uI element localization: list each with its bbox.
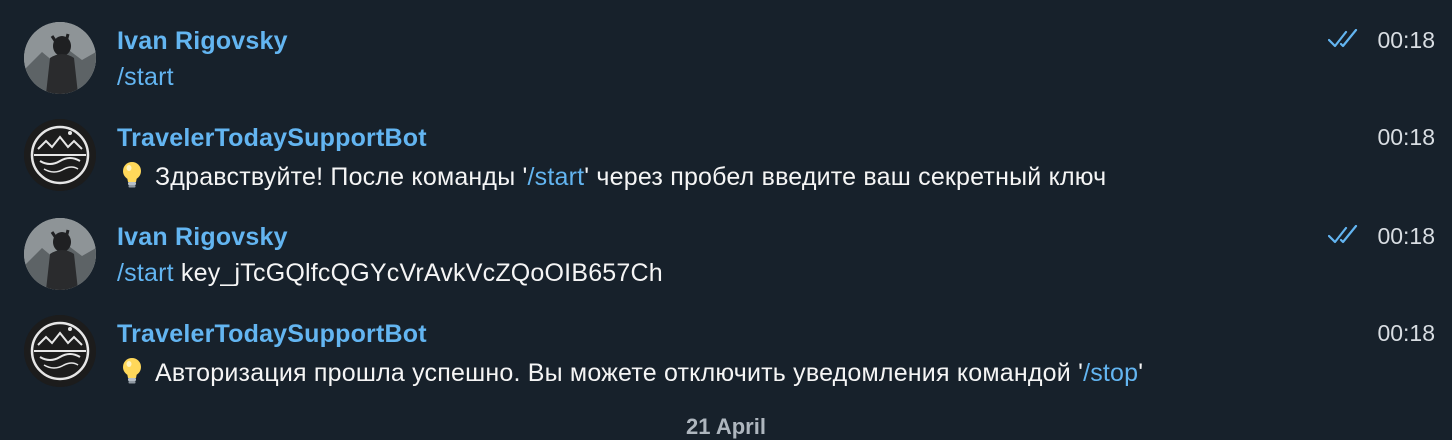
bot-logo-icon bbox=[24, 315, 96, 387]
message-text: Авторизация прошла успешно. Вы можете от… bbox=[117, 356, 1143, 388]
sender-name[interactable]: TravelerTodaySupportBot bbox=[117, 320, 427, 349]
message-time: 00:18 bbox=[1377, 320, 1435, 346]
chat-history: Ivan Rigovsky /start 00:18 TravelerToday… bbox=[0, 0, 1452, 439]
avatar[interactable] bbox=[24, 119, 96, 191]
message-text: Здравствуйте! После команды '/start' чер… bbox=[117, 160, 1106, 192]
message-item[interactable]: Ivan Rigovsky /start 00:18 bbox=[0, 20, 1452, 116]
command-link[interactable]: /start bbox=[117, 259, 174, 287]
message-item[interactable]: TravelerTodaySupportBot Авторизация прош… bbox=[0, 313, 1452, 409]
avatar[interactable] bbox=[24, 218, 96, 290]
message-text-before: Авторизация прошла успешно. Вы можете от… bbox=[155, 359, 1084, 387]
message-text-after: ' bbox=[1138, 359, 1144, 387]
message-text: /start key_jTcGQlfcQGYcVrAvkVcZQoOIB657C… bbox=[117, 259, 663, 288]
user-photo-icon bbox=[24, 22, 96, 94]
lightbulb-icon bbox=[123, 162, 141, 188]
command-link[interactable]: /start bbox=[117, 63, 174, 91]
lightbulb-icon bbox=[123, 358, 141, 384]
sender-name[interactable]: Ivan Rigovsky bbox=[117, 223, 288, 252]
sender-name[interactable]: TravelerTodaySupportBot bbox=[117, 124, 427, 153]
message-item[interactable]: TravelerTodaySupportBot Здравствуйте! По… bbox=[0, 117, 1452, 213]
message-time: 00:18 bbox=[1377, 124, 1435, 150]
message-text-before: Здравствуйте! После команды ' bbox=[155, 163, 528, 191]
date-separator: 21 April bbox=[686, 414, 766, 439]
double-check-icon bbox=[1328, 29, 1358, 48]
message-text: /start bbox=[117, 63, 174, 92]
avatar[interactable] bbox=[24, 315, 96, 387]
message-text-rest: key_jTcGQlfcQGYcVrAvkVcZQoOIB657Ch bbox=[173, 259, 663, 287]
message-time: 00:18 bbox=[1377, 27, 1435, 53]
user-photo-icon bbox=[24, 218, 96, 290]
double-check-icon bbox=[1328, 225, 1358, 244]
avatar[interactable] bbox=[24, 22, 96, 94]
message-time: 00:18 bbox=[1377, 223, 1435, 249]
bot-logo-icon bbox=[24, 119, 96, 191]
command-link[interactable]: /stop bbox=[1083, 359, 1138, 387]
message-item[interactable]: Ivan Rigovsky /start key_jTcGQlfcQGYcVrA… bbox=[0, 216, 1452, 312]
command-link[interactable]: /start bbox=[528, 163, 585, 191]
message-text-after: ' через пробел введите ваш секретный клю… bbox=[584, 163, 1107, 191]
sender-name[interactable]: Ivan Rigovsky bbox=[117, 27, 288, 56]
